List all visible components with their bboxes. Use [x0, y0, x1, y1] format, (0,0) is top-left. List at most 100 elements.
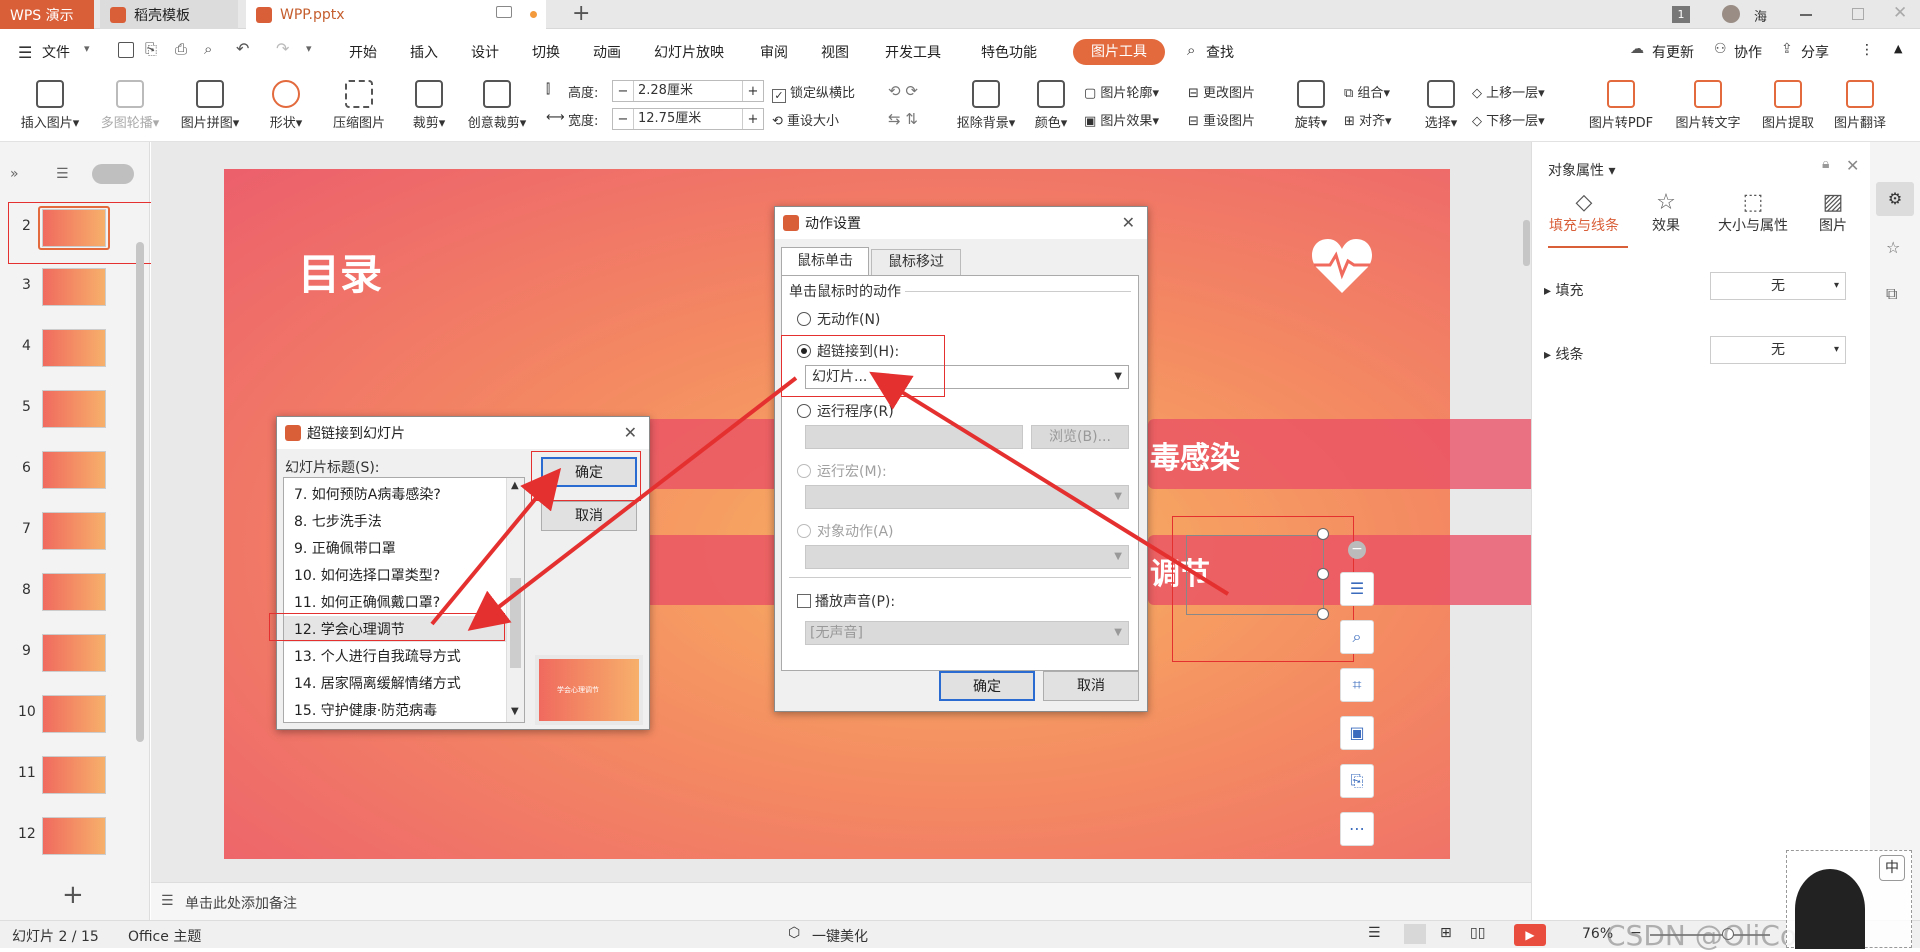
align-button[interactable]: ⊞ 对齐▾	[1344, 110, 1392, 129]
redo-icon[interactable]: ↷	[276, 39, 289, 58]
reset-size-button[interactable]: ⟲ 重设大小	[772, 110, 839, 129]
add-slide-button[interactable]: +	[62, 880, 84, 910]
color-button[interactable]: 颜色▾	[1030, 72, 1072, 131]
picture-collage-button[interactable]: 图片拼图▾	[172, 72, 248, 131]
lock-ratio-checkbox[interactable]: ✓ 锁定纵横比	[772, 82, 855, 103]
reset-picture-button[interactable]: ⊟ 重设图片	[1188, 110, 1255, 129]
collab-button[interactable]: 协作	[1734, 42, 1762, 62]
menu-review[interactable]: 审阅	[760, 42, 788, 62]
collapse-ribbon-icon[interactable]: ▲	[1894, 42, 1902, 55]
ime-mode-button[interactable]: 中	[1879, 855, 1905, 881]
quick-access-dropdown-icon[interactable]: ▾	[306, 42, 312, 55]
collapse-toolbar-icon[interactable]: −	[1348, 541, 1366, 559]
object-action-select[interactable]: ▼	[805, 545, 1129, 569]
list-item[interactable]: 13. 个人进行自我疏导方式	[294, 646, 461, 666]
slide-sorter-icon[interactable]: ⊞	[1440, 925, 1452, 941]
close-icon[interactable]: ✕	[1122, 213, 1135, 232]
menu-transition[interactable]: 切换	[532, 42, 560, 62]
shape-button[interactable]: 形状▾	[262, 72, 310, 131]
group-button[interactable]: ⧉ 组合▾	[1344, 82, 1390, 101]
notes-area[interactable]: ☰ 单击此处添加备注	[151, 882, 1531, 920]
slide-titles-list[interactable]: 7. 如何预防A病毒感染? 8. 七步洗手法 9. 正确佩带口罩 10. 如何选…	[283, 477, 525, 723]
cancel-button[interactable]: 取消	[541, 501, 637, 531]
theme-name[interactable]: Office 主题	[128, 926, 201, 946]
tab-template[interactable]: 稻壳模板	[100, 0, 238, 29]
resize-handle[interactable]	[1317, 528, 1329, 540]
slide-thumbnail-2[interactable]	[42, 209, 106, 247]
print-preview-icon[interactable]: ⌕	[204, 40, 212, 58]
thumbnail-scrollbar[interactable]	[136, 242, 144, 742]
slide-thumbnail-4[interactable]	[42, 329, 106, 367]
line-section[interactable]: ▸ 线条	[1544, 344, 1583, 364]
rotate-button[interactable]: 旋转▾	[1288, 72, 1334, 131]
play-icon[interactable]: ▶	[1514, 924, 1546, 946]
animation-icon[interactable]: ☆	[1886, 238, 1900, 257]
search-icon[interactable]: ⌕	[1187, 41, 1195, 59]
menu-search[interactable]: 查找	[1206, 42, 1234, 62]
list-item[interactable]: 8. 七步洗手法	[294, 511, 382, 531]
undo-icon[interactable]: ↶	[236, 39, 249, 58]
save-icon[interactable]	[118, 42, 134, 58]
close-icon[interactable]: ✕	[624, 423, 637, 442]
height-increment[interactable]: +	[743, 84, 763, 99]
outline-view-icon[interactable]: ☰	[56, 166, 69, 182]
slide-thumbnail-5[interactable]	[42, 390, 106, 428]
ime-widget[interactable]: 中	[1786, 850, 1912, 949]
list-item[interactable]: 14. 居家隔离缓解情绪方式	[294, 673, 461, 693]
fill-section[interactable]: ▸ 填充	[1544, 280, 1583, 300]
menu-file[interactable]: 文件	[42, 42, 70, 62]
collapse-panel-icon[interactable]: »	[10, 166, 19, 182]
chevron-down-icon[interactable]: ▾	[84, 42, 90, 55]
menu-insert[interactable]: 插入	[410, 42, 438, 62]
comments-icon[interactable]: ⧉	[1886, 284, 1897, 304]
picture-outline-button[interactable]: ▢ 图片轮廓▾	[1084, 82, 1159, 101]
line-select[interactable]: 无 ▾	[1710, 336, 1846, 364]
close-icon[interactable]: ✕	[1893, 3, 1907, 23]
select-button[interactable]: 选择▾	[1418, 72, 1464, 131]
radio-no-action[interactable]: 无动作(N)	[797, 309, 880, 329]
radio-object-action[interactable]: 对象动作(A)	[797, 521, 894, 541]
slide-thumbnail-9[interactable]	[42, 634, 106, 672]
menu-design[interactable]: 设计	[471, 42, 499, 62]
resize-handle[interactable]	[1317, 568, 1329, 580]
scroll-down-icon[interactable]: ▼	[511, 706, 519, 717]
reading-view-icon[interactable]: ▯▯	[1470, 925, 1485, 941]
width-value[interactable]: 12.75厘米	[633, 109, 743, 129]
list-item[interactable]: 7. 如何预防A病毒感染?	[294, 484, 441, 504]
ok-button[interactable]: 确定	[541, 457, 637, 487]
list-item[interactable]: 11. 如何正确佩戴口罩?	[294, 592, 440, 612]
output-icon[interactable]: ⎘	[145, 40, 157, 58]
selection-frame[interactable]	[1186, 535, 1324, 615]
macro-select[interactable]: ▼	[805, 485, 1129, 509]
width-decrement[interactable]: −	[613, 112, 633, 127]
slide-thumbnail-6[interactable]	[42, 451, 106, 489]
tab-size-properties[interactable]: ⬚ 大小与属性	[1708, 190, 1798, 235]
toc-item-bar[interactable]: 毒感染	[1148, 419, 1546, 489]
remove-background-button[interactable]: 抠除背景▾	[950, 72, 1022, 131]
slide-title[interactable]: 目录	[298, 241, 382, 302]
creative-crop-button[interactable]: 创意裁剪▾	[460, 72, 534, 131]
normal-view-icon[interactable]	[1404, 924, 1426, 944]
menu-home[interactable]: 开始	[349, 42, 377, 62]
slide-thumbnail-3[interactable]	[42, 268, 106, 306]
height-stepper[interactable]: −2.28厘米 +	[612, 80, 764, 102]
sound-select[interactable]: [无声音] ▼	[805, 621, 1129, 645]
slide-thumbnail-7[interactable]	[42, 512, 106, 550]
minimize-icon[interactable]	[1800, 14, 1812, 16]
update-button[interactable]: 有更新	[1652, 42, 1694, 62]
slide-thumbnail-10[interactable]	[42, 695, 106, 733]
play-sound-checkbox[interactable]: 播放声音(P):	[797, 591, 895, 611]
tab-effect[interactable]: ☆ 效果	[1638, 190, 1694, 235]
picture-extract-button[interactable]: 图片提取	[1756, 72, 1820, 131]
tab-mouse-click[interactable]: 鼠标单击	[781, 247, 869, 275]
crop-float-icon[interactable]: ⌗	[1340, 668, 1374, 702]
list-scrollbar[interactable]: ▲ ▼	[506, 478, 524, 722]
picture-translate-button[interactable]: 图片翻译	[1828, 72, 1892, 131]
height-value[interactable]: 2.28厘米	[633, 81, 743, 101]
menu-view[interactable]: 视图	[821, 42, 849, 62]
radio-run-macro[interactable]: 运行宏(M):	[797, 461, 887, 481]
browse-button[interactable]: 浏览(B)...	[1031, 425, 1129, 449]
editor-scrollbar[interactable]	[1523, 220, 1530, 266]
fill-select[interactable]: 无 ▾	[1710, 272, 1846, 300]
height-decrement[interactable]: −	[613, 84, 633, 99]
